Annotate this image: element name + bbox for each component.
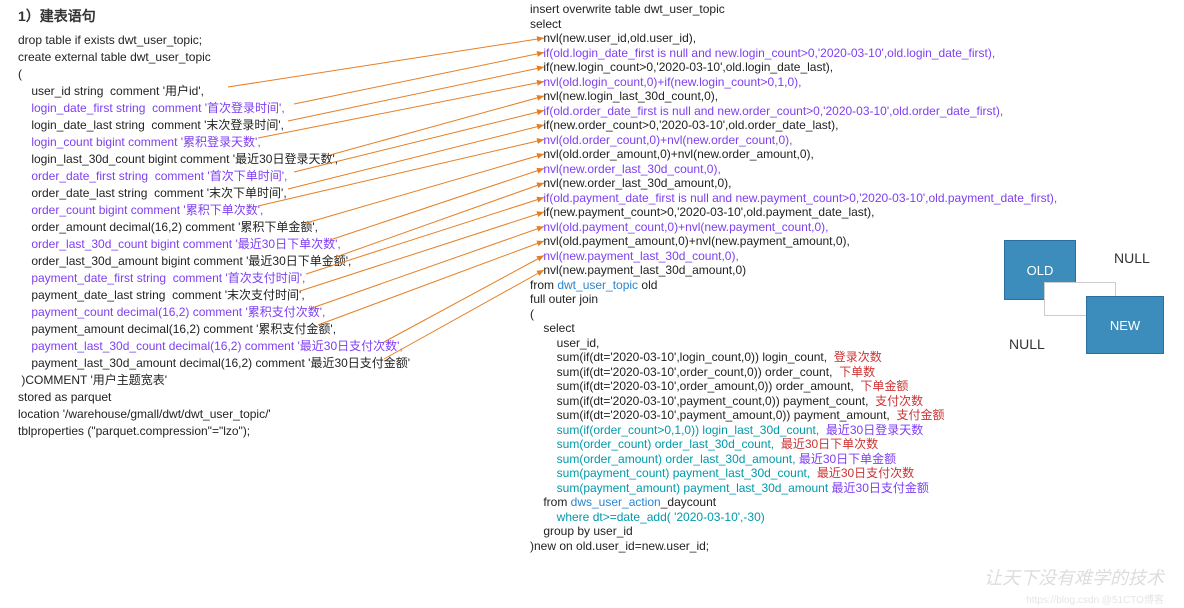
code-line: nvl(old.order_count,0)+nvl(new.order_cou… xyxy=(530,133,1180,148)
code-line: order_amount decimal(16,2) comment '累积下单… xyxy=(18,219,518,236)
code-line: )COMMENT '用户主题宽表' xyxy=(18,372,518,389)
code-line: if(old.order_date_first is null and new.… xyxy=(530,104,1180,119)
code-line: sum(if(order_count>0,1,0)) login_last_30… xyxy=(530,423,1180,438)
code-line: sum(if(dt='2020-03-10',order_count,0)) o… xyxy=(530,365,1180,380)
code-line: sum(if(dt='2020-03-10',payment_amount,0)… xyxy=(530,408,1180,423)
code-line: stored as parquet xyxy=(18,389,518,406)
code-line: select xyxy=(530,17,1180,32)
code-line: nvl(new.user_id,old.user_id), xyxy=(530,31,1180,46)
code-line: payment_amount decimal(16,2) comment '累积… xyxy=(18,321,518,338)
code-line: payment_last_30d_amount decimal(16,2) co… xyxy=(18,355,518,372)
null-label-1: NULL xyxy=(1114,250,1150,266)
null-label-2: NULL xyxy=(1009,336,1045,352)
code-line: order_date_first string comment '首次下单时间'… xyxy=(18,168,518,185)
code-line: if(new.login_count>0,'2020-03-10',old.lo… xyxy=(530,60,1180,75)
code-line: login_count bigint comment '累积登录天数', xyxy=(18,134,518,151)
left-code-panel: 1）建表语句 drop table if exists dwt_user_top… xyxy=(18,6,518,440)
code-line: sum(if(dt='2020-03-10',order_amount,0)) … xyxy=(530,379,1180,394)
code-line: sum(order_count) order_last_30d_count, 最… xyxy=(530,437,1180,452)
venn-diagram: OLD NEW NULL NULL xyxy=(1004,240,1174,360)
code-line: order_last_30d_amount bigint comment '最近… xyxy=(18,253,518,270)
code-line: nvl(new.login_last_30d_count,0), xyxy=(530,89,1180,104)
code-line: location '/warehouse/gmall/dwt/dwt_user_… xyxy=(18,406,518,423)
watermark-url: https://blog.csdn @51CTO博客 xyxy=(1026,591,1164,606)
code-line: sum(order_amount) order_last_30d_amount,… xyxy=(530,452,1180,467)
code-line: user_id string comment '用户id', xyxy=(18,83,518,100)
code-line: where dt>=date_add( '2020-03-10',-30) xyxy=(530,510,1180,525)
code-line: ( xyxy=(18,66,518,83)
code-line: nvl(old.login_count,0)+if(new.login_coun… xyxy=(530,75,1180,90)
code-line: drop table if exists dwt_user_topic; xyxy=(18,32,518,49)
new-box: NEW xyxy=(1086,296,1164,354)
code-line: sum(if(dt='2020-03-10',payment_count,0))… xyxy=(530,394,1180,409)
code-line: )new on old.user_id=new.user_id; xyxy=(530,539,1180,554)
code-line: login_date_first string comment '首次登录时间'… xyxy=(18,100,518,117)
code-line: nvl(old.order_amount,0)+nvl(new.order_am… xyxy=(530,147,1180,162)
code-line: payment_last_30d_count decimal(16,2) com… xyxy=(18,338,518,355)
code-line: create external table dwt_user_topic xyxy=(18,49,518,66)
code-line: insert overwrite table dwt_user_topic xyxy=(530,2,1180,17)
code-line: tblproperties ("parquet.compression"="lz… xyxy=(18,423,518,440)
code-line: login_last_30d_count bigint comment '最近3… xyxy=(18,151,518,168)
code-line: if(new.order_count>0,'2020-03-10',old.or… xyxy=(530,118,1180,133)
code-line: nvl(new.order_last_30d_count,0), xyxy=(530,162,1180,177)
code-line: group by user_id xyxy=(530,524,1180,539)
code-line: nvl(old.payment_count,0)+nvl(new.payment… xyxy=(530,220,1180,235)
code-line: if(new.payment_count>0,'2020-03-10',old.… xyxy=(530,205,1180,220)
section-title: 1）建表语句 xyxy=(18,6,518,26)
code-line: nvl(new.order_last_30d_amount,0), xyxy=(530,176,1180,191)
code-line: login_date_last string comment '末次登录时间', xyxy=(18,117,518,134)
code-line: order_last_30d_count bigint comment '最近3… xyxy=(18,236,518,253)
code-line: sum(payment_count) payment_last_30d_coun… xyxy=(530,466,1180,481)
code-line: order_count bigint comment '累积下单次数', xyxy=(18,202,518,219)
code-line: payment_date_first string comment '首次支付时… xyxy=(18,270,518,287)
code-line: from dws_user_action_daycount xyxy=(530,495,1180,510)
code-line: sum(payment_amount) payment_last_30d_amo… xyxy=(530,481,1180,496)
code-line: payment_count decimal(16,2) comment '累积支… xyxy=(18,304,518,321)
code-line: order_date_last string comment '末次下单时间', xyxy=(18,185,518,202)
code-line: if(old.login_date_first is null and new.… xyxy=(530,46,1180,61)
code-line: if(old.payment_date_first is null and ne… xyxy=(530,191,1180,206)
watermark-text: 让天下没有难学的技术 xyxy=(984,564,1164,590)
code-line: payment_date_last string comment '末次支付时间… xyxy=(18,287,518,304)
